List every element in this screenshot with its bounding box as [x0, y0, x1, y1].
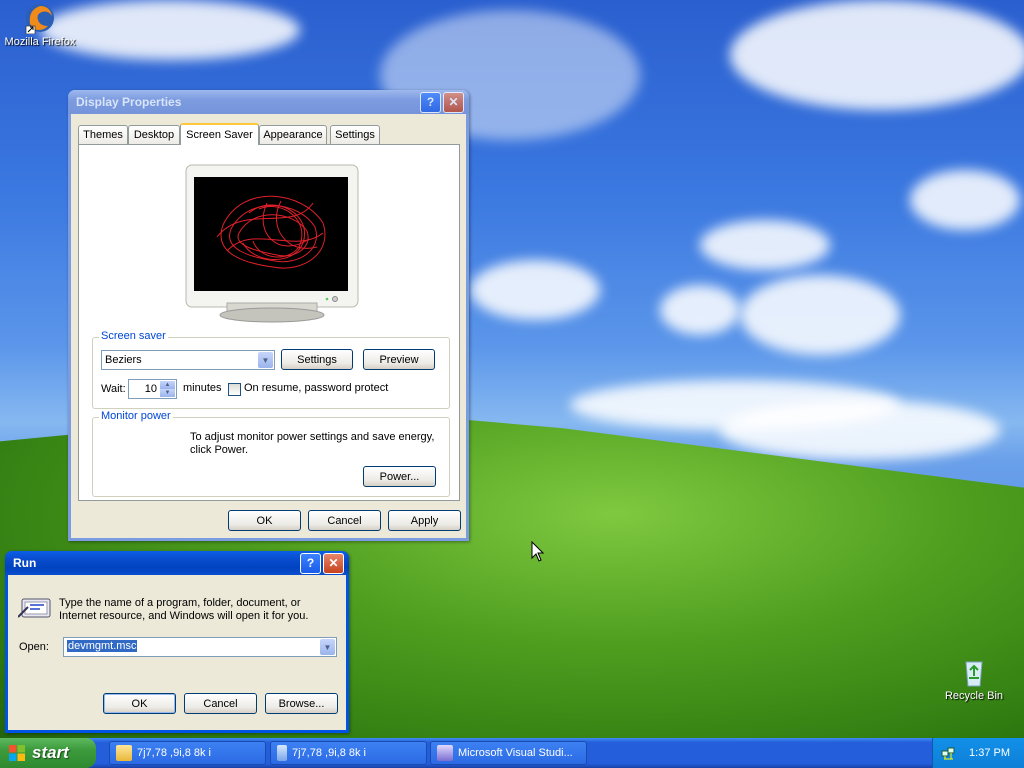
browse-button[interactable]: Browse... [265, 693, 338, 714]
wait-label: Wait: [101, 383, 126, 395]
ok-button[interactable]: OK [228, 510, 301, 531]
open-input[interactable]: devmgmt.msc ▼ [63, 637, 337, 657]
screen-saver-group-label: Screen saver [99, 330, 168, 342]
clock[interactable]: 1:37 PM [969, 747, 1010, 759]
desktop-icon-label: Mozilla Firefox [4, 36, 76, 48]
tab-strip: Themes Desktop Screen Saver Appearance S… [78, 123, 458, 145]
monitor-power-group: Monitor power To adjust monitor power se… [92, 410, 450, 497]
taskbar: start 7j7,78 ,9i,8 8k i 7j7,78 ,9i,8 8k … [0, 738, 1024, 768]
tab-settings[interactable]: Settings [330, 125, 380, 144]
monitor-power-group-label: Monitor power [99, 410, 173, 422]
open-label: Open: [19, 641, 49, 653]
minutes-label: minutes [183, 382, 222, 394]
tab-themes[interactable]: Themes [78, 125, 128, 144]
spin-down-icon[interactable]: ▼ [160, 389, 175, 397]
taskbar-button-visual-studio[interactable]: Microsoft Visual Studi... [430, 741, 587, 765]
display-properties-window: Display Properties ? ✕ Themes Desktop Sc… [68, 90, 469, 541]
wait-minutes-stepper[interactable]: 10 ▲ ▼ [128, 379, 177, 399]
network-icon[interactable] [941, 746, 955, 760]
tab-desktop[interactable]: Desktop [128, 125, 180, 144]
window-title: Run [13, 556, 37, 570]
run-description: Type the name of a program, folder, docu… [59, 597, 309, 622]
apply-button[interactable]: Apply [388, 510, 461, 531]
tab-panel: Screen saver Beziers ▼ Settings Preview … [78, 144, 460, 501]
wait-minutes-value: 10 [144, 383, 157, 395]
start-button[interactable]: start [0, 738, 96, 768]
chevron-down-icon[interactable]: ▼ [258, 352, 273, 368]
ok-button[interactable]: OK [103, 693, 176, 714]
taskbar-button-folder[interactable]: 7j7,78 ,9i,8 8k i [109, 741, 266, 765]
password-protect-checkbox[interactable] [228, 383, 241, 396]
visual-studio-icon [437, 745, 453, 761]
screen-saver-select-value: Beziers [105, 354, 142, 366]
close-button[interactable]: ✕ [323, 552, 344, 574]
taskbar-button-label: Microsoft Visual Studi... [458, 747, 573, 759]
monitor-preview [183, 163, 361, 325]
settings-button[interactable]: Settings [281, 349, 353, 370]
close-button[interactable]: ✕ [443, 91, 464, 113]
run-icon [17, 595, 52, 621]
run-dialog: Run ? ✕ Type the name of a program, fold… [5, 551, 349, 733]
chevron-down-icon[interactable]: ▼ [320, 639, 335, 655]
recycle-bin-icon [958, 656, 990, 688]
password-protect-label[interactable]: On resume, password protect [244, 382, 388, 394]
taskbar-button-label: 7j7,78 ,9i,8 8k i [137, 747, 211, 759]
windows-logo-icon [8, 744, 26, 762]
start-label: start [32, 743, 69, 762]
desktop-icon-label: Recycle Bin [944, 690, 1004, 702]
screen-saver-group: Screen saver Beziers ▼ Settings Preview … [92, 330, 450, 409]
title-bar[interactable]: Display Properties ? ✕ [68, 90, 469, 114]
desktop-icon-firefox[interactable]: Mozilla Firefox [0, 2, 80, 48]
open-input-value[interactable]: devmgmt.msc [67, 640, 138, 652]
tab-screen-saver[interactable]: Screen Saver [180, 123, 259, 145]
preview-button[interactable]: Preview [363, 349, 435, 370]
help-button[interactable]: ? [420, 91, 441, 113]
window-title: Display Properties [76, 95, 182, 109]
cancel-button[interactable]: Cancel [184, 693, 257, 714]
mouse-cursor-icon [531, 540, 545, 565]
folder-icon [116, 745, 132, 761]
window-icon [277, 745, 287, 761]
desktop-icon-recycle-bin[interactable]: Recycle Bin [934, 656, 1014, 702]
tab-appearance[interactable]: Appearance [259, 125, 327, 144]
power-button[interactable]: Power... [363, 466, 436, 487]
firefox-icon [24, 2, 56, 35]
taskbar-button-window[interactable]: 7j7,78 ,9i,8 8k i [270, 741, 427, 765]
system-tray: 1:37 PM [932, 738, 1024, 768]
taskbar-button-label: 7j7,78 ,9i,8 8k i [292, 747, 366, 759]
help-button[interactable]: ? [300, 552, 321, 574]
monitor-power-text: To adjust monitor power settings and sav… [190, 431, 435, 456]
cancel-button[interactable]: Cancel [308, 510, 381, 531]
screen-saver-select[interactable]: Beziers ▼ [101, 350, 275, 370]
spin-up-icon[interactable]: ▲ [160, 381, 175, 389]
title-bar[interactable]: Run ? ✕ [5, 551, 349, 575]
